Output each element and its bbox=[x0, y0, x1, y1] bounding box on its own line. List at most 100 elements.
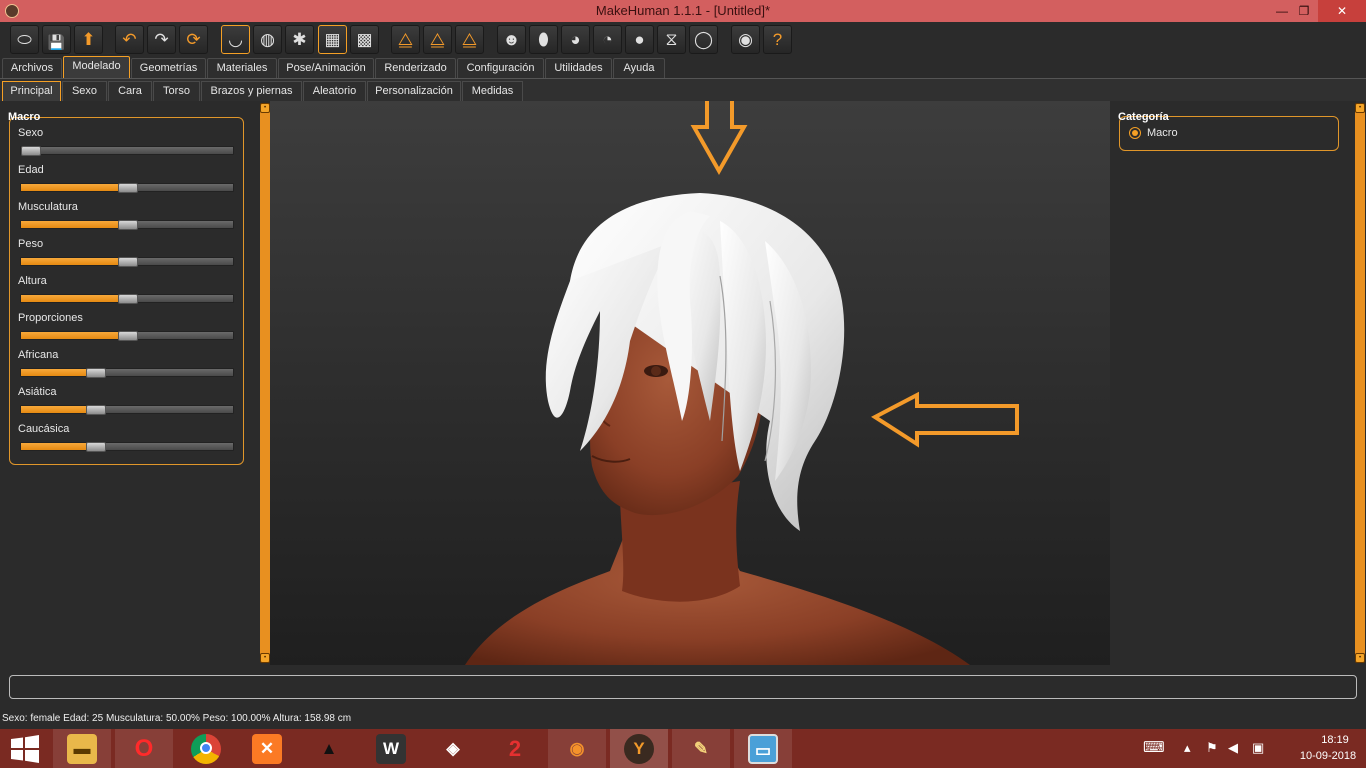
subtab-principal[interactable]: Principal bbox=[2, 81, 61, 101]
pose-button[interactable]: ✱ bbox=[285, 25, 314, 54]
taskbar-chrome[interactable] bbox=[177, 729, 235, 768]
xampp-icon: ✕ bbox=[252, 734, 282, 764]
slider-handle[interactable] bbox=[118, 220, 138, 230]
slider-handle[interactable] bbox=[118, 331, 138, 341]
slider-track[interactable] bbox=[20, 183, 234, 193]
tab-configuracion[interactable]: Configuración bbox=[457, 58, 544, 78]
save-button[interactable]: 💾 bbox=[42, 25, 71, 54]
subtab-medidas[interactable]: Medidas bbox=[462, 81, 523, 101]
export-button[interactable]: ⬆ bbox=[74, 25, 103, 54]
grid-button[interactable]: ▦ bbox=[318, 25, 347, 54]
taskbar-unity[interactable]: ◈ bbox=[424, 729, 482, 768]
tab-archivos[interactable]: Archivos bbox=[2, 58, 62, 78]
checker-button[interactable]: ▩ bbox=[350, 25, 379, 54]
symmetry-right-button[interactable]: ⧋ bbox=[391, 25, 420, 54]
grid-icon: ▦ bbox=[324, 30, 341, 49]
macro-group-title: Macro bbox=[8, 111, 41, 123]
tab-renderizado[interactable]: Renderizado bbox=[375, 58, 456, 78]
maximize-button[interactable]: ❐ bbox=[1290, 0, 1318, 22]
slider-track[interactable] bbox=[20, 146, 234, 156]
tab-utilidades[interactable]: Utilidades bbox=[545, 58, 612, 78]
taskbar-paint[interactable]: ✎ bbox=[672, 729, 730, 768]
slider-track[interactable] bbox=[20, 257, 234, 267]
chrome-icon bbox=[191, 734, 221, 764]
taskbar-photos[interactable]: ▭ bbox=[734, 729, 792, 768]
subtab-torso[interactable]: Torso bbox=[153, 81, 200, 101]
taskbar-inkscape[interactable]: ▲ bbox=[300, 729, 358, 768]
flag-icon[interactable]: ⚑ bbox=[1206, 740, 1218, 756]
slider-track[interactable] bbox=[20, 405, 234, 415]
taskbar-opera[interactable]: O bbox=[115, 729, 173, 768]
slider-track[interactable] bbox=[20, 294, 234, 304]
3d-viewport[interactable] bbox=[270, 101, 1110, 665]
taskbar-xampp[interactable]: ✕ bbox=[238, 729, 296, 768]
scroll-down-icon[interactable]: • bbox=[1355, 653, 1365, 663]
symmetry-button[interactable]: ⧋ bbox=[455, 25, 484, 54]
close-button[interactable]: ✕ bbox=[1318, 0, 1366, 22]
slider-label: Altura bbox=[18, 275, 47, 287]
network-icon[interactable]: ▣ bbox=[1252, 740, 1264, 756]
slider-handle[interactable] bbox=[118, 294, 138, 304]
scroll-up-icon[interactable]: • bbox=[1355, 103, 1365, 113]
tray-expand-icon[interactable]: ▴ bbox=[1184, 740, 1191, 756]
wireframe-button[interactable]: ◍ bbox=[253, 25, 282, 54]
taskbar-blender[interactable]: ◉ bbox=[548, 729, 606, 768]
slider-fill bbox=[21, 258, 128, 265]
right-panel-scrollbar[interactable]: • • bbox=[1355, 103, 1365, 663]
slider-track[interactable] bbox=[20, 220, 234, 230]
taskbar-file-explorer[interactable]: ▬ bbox=[53, 729, 111, 768]
slider-handle[interactable] bbox=[86, 405, 106, 415]
bottom-view-button[interactable]: ⧖ bbox=[657, 25, 686, 54]
slider-track[interactable] bbox=[20, 442, 234, 452]
macro-radio[interactable] bbox=[1129, 127, 1141, 139]
new-icon: ⬭ bbox=[17, 30, 32, 49]
subtab-sexo[interactable]: Sexo bbox=[62, 81, 107, 101]
taskbar-makehuman[interactable]: Y bbox=[610, 729, 668, 768]
keyboard-icon[interactable]: ⌨ bbox=[1143, 738, 1165, 756]
slider-handle[interactable] bbox=[21, 146, 41, 156]
volume-icon[interactable]: ◀ bbox=[1228, 740, 1238, 756]
tab-modelado[interactable]: Modelado bbox=[63, 56, 130, 78]
clock-time[interactable]: 18:19 bbox=[1305, 734, 1365, 746]
subtab-brazos-piernas[interactable]: Brazos y piernas bbox=[201, 81, 302, 101]
slider-track[interactable] bbox=[20, 331, 234, 341]
scroll-up-icon[interactable]: • bbox=[260, 103, 270, 113]
tab-ayuda[interactable]: Ayuda bbox=[613, 58, 665, 78]
slider-fill bbox=[21, 221, 128, 228]
scroll-down-icon[interactable]: • bbox=[260, 653, 270, 663]
front-view-button[interactable]: ☻ bbox=[497, 25, 526, 54]
left-panel-scrollbar[interactable]: • • bbox=[260, 103, 270, 663]
tab-pose-animacion[interactable]: Pose/Animación bbox=[278, 58, 374, 78]
taskbar-world-of-tanks[interactable]: W bbox=[362, 729, 420, 768]
undo-icon: ↶ bbox=[122, 30, 137, 49]
back-view-button[interactable]: ⬮ bbox=[529, 25, 558, 54]
slider-handle[interactable] bbox=[118, 257, 138, 267]
top-view-button[interactable]: ● bbox=[625, 25, 654, 54]
slider-label: Edad bbox=[18, 164, 44, 176]
right-view-button[interactable]: ◔ bbox=[593, 25, 622, 54]
new-button[interactable]: ⬭ bbox=[10, 25, 39, 54]
windows-start-icon[interactable] bbox=[8, 733, 42, 765]
reset-button[interactable]: ⟳ bbox=[179, 25, 208, 54]
checker-icon: ▩ bbox=[356, 30, 373, 49]
undo-button[interactable]: ↶ bbox=[115, 25, 144, 54]
screenshot-button[interactable]: ◉ bbox=[731, 25, 760, 54]
smooth-button[interactable]: ◡ bbox=[221, 25, 250, 54]
slider-fill bbox=[21, 443, 96, 450]
tab-materiales[interactable]: Materiales bbox=[207, 58, 277, 78]
subtab-personalizacion[interactable]: Personalización bbox=[367, 81, 461, 101]
subtab-cara[interactable]: Cara bbox=[108, 81, 152, 101]
slider-handle[interactable] bbox=[118, 183, 138, 193]
clock-date[interactable]: 10-09-2018 bbox=[1290, 750, 1366, 762]
subtab-aleatorio[interactable]: Aleatorio bbox=[303, 81, 366, 101]
slider-handle[interactable] bbox=[86, 442, 106, 452]
taskbar-app-2[interactable]: 2 bbox=[486, 729, 544, 768]
left-view-button[interactable]: ◕ bbox=[561, 25, 590, 54]
redo-button[interactable]: ↷ bbox=[147, 25, 176, 54]
help-button[interactable]: ? bbox=[763, 25, 792, 54]
slider-track[interactable] bbox=[20, 368, 234, 378]
tab-geometrias[interactable]: Geometrías bbox=[131, 58, 206, 78]
reset-camera-button[interactable]: ◯ bbox=[689, 25, 718, 54]
slider-handle[interactable] bbox=[86, 368, 106, 378]
symmetry-left-button[interactable]: ⧋ bbox=[423, 25, 452, 54]
